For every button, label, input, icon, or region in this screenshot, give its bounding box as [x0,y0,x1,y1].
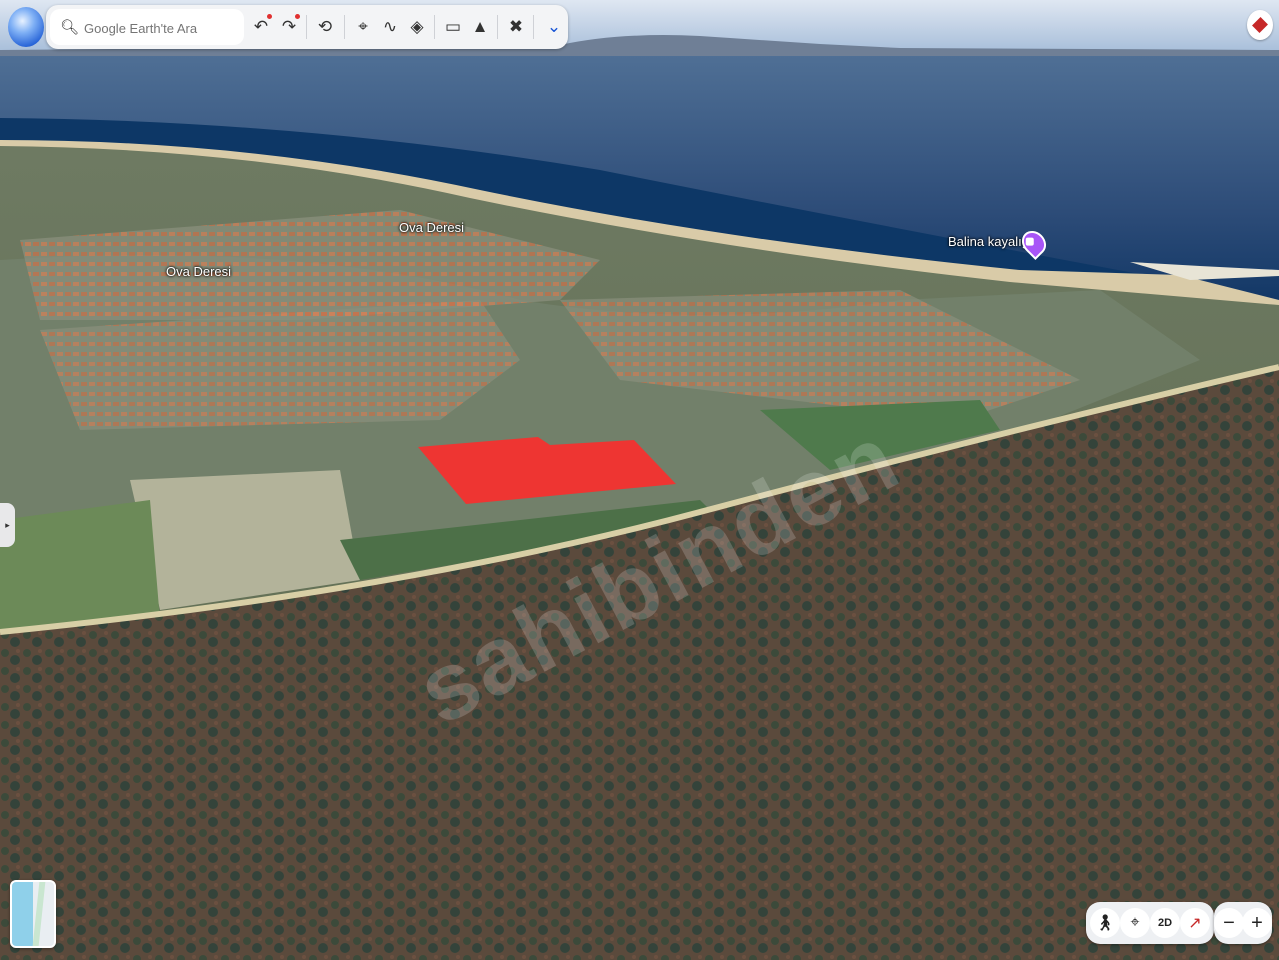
google-earth-logo-icon[interactable] [8,7,44,47]
place-label-ova-deresi[interactable]: Ova Deresi [166,264,231,279]
toolbar-bar: 🔍︎ ↶ ↷ ⟲ ⌖ ∿ ◈ ▭ ▲ ✖ ⌄ [46,5,568,49]
redo-icon[interactable]: ↷ [276,14,302,40]
projects-icon[interactable]: ✖ [503,14,529,40]
zoom-out-button[interactable]: − [1214,908,1244,938]
navigation-controls: 🚶︎ ⌖ 2D ↗ [1086,902,1214,944]
layers-icon[interactable]: ◈ [404,14,430,40]
measure-icon[interactable]: ▭ [440,14,466,40]
place-label-ova-deresi[interactable]: Ova Deresi [399,220,464,235]
search-box[interactable]: 🔍︎ [50,9,244,45]
top-toolbar: 🔍︎ ↶ ↷ ⟲ ⌖ ∿ ◈ ▭ ▲ ✖ ⌄ [4,5,568,49]
expand-chevron-icon[interactable]: ⌄ [541,14,567,40]
search-icon[interactable]: 🔍︎ [60,18,79,36]
divider [434,15,435,39]
placemark-icon[interactable]: ⌖ [350,14,376,40]
my-location-icon[interactable]: ⌖ [1120,908,1150,938]
minimap[interactable] [10,880,56,948]
toggle-2d-button[interactable]: 2D [1150,908,1180,938]
search-input[interactable] [82,15,241,41]
undo-icon[interactable]: ↶ [248,14,274,40]
satellite-view[interactable] [0,0,1279,960]
account-badge-icon[interactable] [1247,10,1273,40]
side-panel-toggle[interactable]: ▸ [0,503,15,547]
path-icon[interactable]: ∿ [377,14,403,40]
zoom-in-button[interactable]: + [1242,908,1272,938]
divider [533,15,534,39]
poi-label-balina-kayaligi[interactable]: Balina kayalığı [948,234,1033,249]
zoom-controls: − + [1214,902,1272,944]
divider [344,15,345,39]
photo-icon[interactable]: ▲ [467,14,493,40]
divider [306,15,307,39]
street-view-pegman-icon[interactable]: 🚶︎ [1090,908,1120,938]
divider [497,15,498,39]
history-icon[interactable]: ⟲ [312,14,338,40]
compass-icon[interactable]: ↗ [1180,908,1210,938]
